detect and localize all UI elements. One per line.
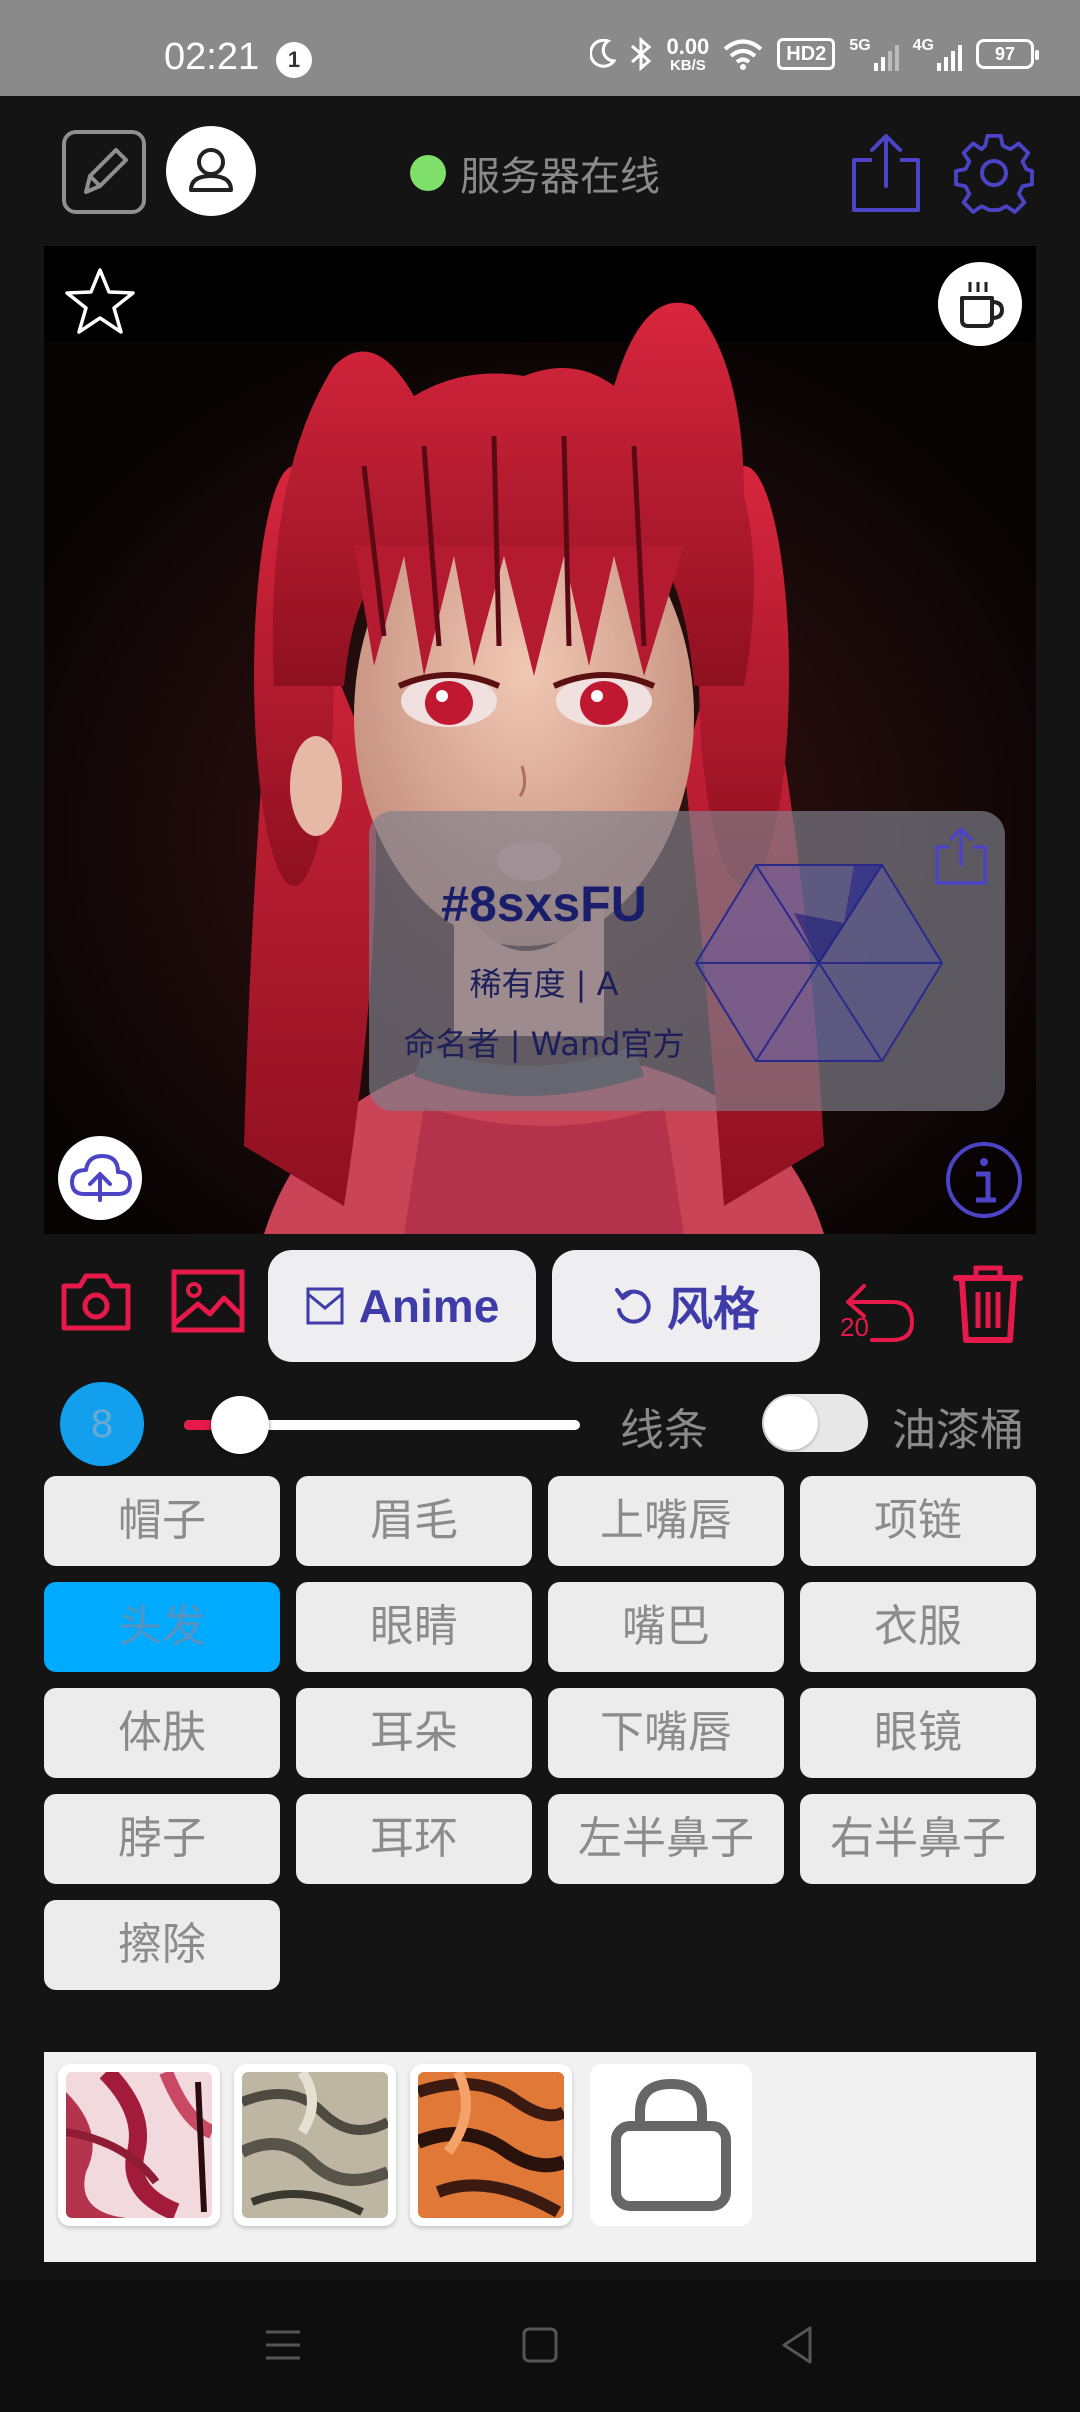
texture-pink[interactable] bbox=[58, 2064, 220, 2226]
profile-button[interactable] bbox=[166, 126, 256, 216]
artwork-code: #8sxsFU bbox=[441, 876, 647, 932]
texture-strip bbox=[44, 2052, 1036, 2262]
status-bar: 02:21 1 0.00 KB/S HD2 5G 4G 97 bbox=[0, 0, 1080, 96]
bluetooth-icon bbox=[631, 37, 652, 71]
part-button[interactable]: 下嘴唇 bbox=[548, 1688, 784, 1778]
artwork-info-card: #8sxsFU 稀有度 | A 命名者 | Wand官方 bbox=[369, 811, 1005, 1111]
part-button[interactable]: 眼镜 bbox=[800, 1688, 1036, 1778]
sim2-signal: 4G bbox=[913, 37, 962, 71]
locked-texture[interactable] bbox=[590, 2064, 752, 2226]
part-button[interactable]: 左半鼻子 bbox=[548, 1794, 784, 1884]
sim1-signal: 5G bbox=[849, 37, 899, 71]
coffee-cup-icon bbox=[960, 282, 1005, 328]
top-app-bar: 服务器在线 bbox=[0, 96, 1080, 246]
pencil-icon bbox=[84, 148, 128, 194]
refresh-icon bbox=[615, 1288, 651, 1324]
part-button[interactable]: 帽子 bbox=[44, 1476, 280, 1566]
part-button[interactable]: 耳环 bbox=[296, 1794, 532, 1884]
part-button[interactable]: 右半鼻子 bbox=[800, 1794, 1036, 1884]
menu-icon[interactable] bbox=[258, 2320, 308, 2370]
system-nav-bar bbox=[0, 2280, 1080, 2412]
part-button[interactable]: 项链 bbox=[800, 1476, 1036, 1566]
line-mode-label: 线条 bbox=[620, 1405, 708, 1456]
favorite-star-icon[interactable] bbox=[62, 264, 138, 340]
cloud-upload-button[interactable] bbox=[58, 1136, 142, 1220]
paint-bucket-label: 油漆桶 bbox=[892, 1405, 1024, 1456]
part-button[interactable]: 眉毛 bbox=[296, 1476, 532, 1566]
brush-size-slider[interactable] bbox=[184, 1396, 580, 1454]
texture-gray-swatch bbox=[242, 2072, 388, 2218]
notification-badge: 1 bbox=[276, 42, 312, 78]
share-icon[interactable] bbox=[848, 130, 924, 216]
drawing-canvas[interactable]: #8sxsFU 稀有度 | A 命名者 | Wand官方 bbox=[44, 246, 1036, 1234]
style-label: 风格 bbox=[667, 1282, 759, 1336]
server-status-label: 服务器在线 bbox=[460, 154, 660, 200]
cloud-upload-icon bbox=[70, 1154, 132, 1202]
mail-icon bbox=[306, 1287, 344, 1325]
gear-icon[interactable] bbox=[952, 130, 1036, 214]
draw-mode-button[interactable] bbox=[62, 130, 146, 214]
server-status: 服务器在线 bbox=[410, 148, 660, 200]
brush-size-indicator: 8 bbox=[60, 1382, 144, 1466]
net-speed: 0.00 KB/S bbox=[666, 33, 710, 74]
hexagon-rarity-icon bbox=[694, 864, 944, 1062]
hd-indicator: HD2 bbox=[777, 38, 836, 70]
part-button[interactable]: 耳朵 bbox=[296, 1688, 532, 1778]
paint-bucket-toggle[interactable] bbox=[762, 1394, 868, 1452]
undo-count: 20 bbox=[840, 1312, 869, 1342]
server-status-dot bbox=[410, 155, 446, 191]
coffee-button[interactable] bbox=[938, 262, 1022, 346]
anime-model-button[interactable]: Anime bbox=[268, 1250, 536, 1362]
part-button[interactable]: 擦除 bbox=[44, 1900, 280, 1990]
brush-row: 8 线条 油漆桶 bbox=[0, 1366, 1080, 1476]
texture-pink-swatch bbox=[66, 2072, 212, 2218]
home-icon[interactable] bbox=[515, 2320, 565, 2370]
part-button[interactable]: 脖子 bbox=[44, 1794, 280, 1884]
texture-orange-swatch bbox=[418, 2072, 564, 2218]
texture-gray[interactable] bbox=[234, 2064, 396, 2226]
tool-row: Anime 风格 20 bbox=[0, 1234, 1080, 1364]
lock-icon bbox=[611, 2078, 731, 2211]
user-icon bbox=[189, 148, 233, 192]
status-icons: 0.00 KB/S HD2 5G 4G 97 bbox=[590, 33, 1039, 74]
style-button[interactable]: 风格 bbox=[552, 1250, 820, 1362]
trash-icon[interactable] bbox=[950, 1262, 1026, 1346]
part-button[interactable]: 嘴巴 bbox=[548, 1582, 784, 1672]
part-button[interactable]: 头发 bbox=[44, 1582, 280, 1672]
part-button[interactable]: 上嘴唇 bbox=[548, 1476, 784, 1566]
image-gallery-icon[interactable] bbox=[170, 1268, 246, 1334]
back-icon[interactable] bbox=[772, 2320, 822, 2370]
moon-icon bbox=[590, 39, 617, 68]
texture-orange[interactable] bbox=[410, 2064, 572, 2226]
part-button[interactable]: 眼睛 bbox=[296, 1582, 532, 1672]
part-selector-grid: 帽子 眉毛 上嘴唇 项链头发 眼睛 嘴巴 衣服体肤 耳朵 下嘴唇 眼镜脖子 耳环 左半鼻子 右半鼻子擦除 bbox=[44, 1476, 1036, 1990]
status-time: 02:21 bbox=[164, 36, 260, 78]
camera-icon[interactable] bbox=[60, 1270, 132, 1334]
part-button[interactable]: 衣服 bbox=[800, 1582, 1036, 1672]
slider-thumb[interactable] bbox=[211, 1396, 270, 1454]
info-icon[interactable] bbox=[944, 1140, 1024, 1220]
battery-indicator: 97 bbox=[976, 39, 1039, 69]
anime-label: Anime bbox=[358, 1280, 500, 1332]
wifi-icon bbox=[724, 39, 763, 70]
toggle-knob bbox=[764, 1396, 818, 1450]
artwork-rarity: 稀有度 | A bbox=[469, 965, 619, 1003]
artwork-namer: 命名者 | Wand官方 bbox=[403, 1025, 685, 1063]
part-button[interactable]: 体肤 bbox=[44, 1688, 280, 1778]
